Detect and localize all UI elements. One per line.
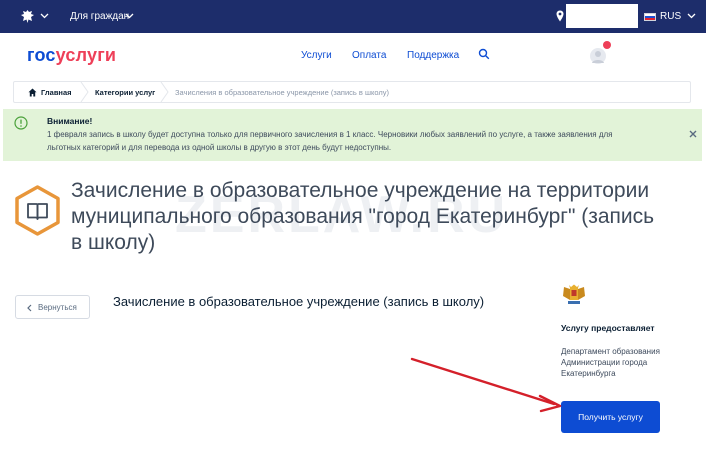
service-subtitle: Зачисление в образовательное учреждение … — [113, 294, 485, 309]
location-pin-icon[interactable] — [556, 10, 564, 22]
get-service-button[interactable]: Получить услугу — [561, 401, 660, 433]
chevron-down-icon[interactable] — [125, 13, 134, 19]
location-field[interactable] — [566, 4, 638, 28]
chevron-left-icon — [27, 304, 32, 312]
language-selector[interactable]: RUS — [660, 11, 681, 22]
top-bar: Для граждан RUS — [0, 0, 706, 33]
notice-text: 1 февраля запись в школу будет доступна … — [47, 130, 613, 152]
breadcrumb-current: Зачисления в образовательное учреждение … — [175, 88, 390, 97]
breadcrumb: Главная Категории услуг Зачисления в обр… — [13, 81, 691, 103]
back-button[interactable]: Вернуться — [15, 295, 90, 319]
page-title: Зачисление в образовательное учреждение … — [71, 179, 655, 254]
notice-title: Внимание! — [47, 116, 93, 126]
chevron-down-icon[interactable] — [687, 13, 696, 19]
book-icon — [15, 185, 60, 236]
chevron-down-icon[interactable] — [40, 13, 49, 19]
eagle-emblem-icon[interactable] — [20, 9, 35, 24]
breadcrumb-categories[interactable]: Категории услуг — [95, 88, 155, 97]
breadcrumb-separator — [160, 82, 169, 102]
for-citizens-menu[interactable]: Для граждан — [70, 11, 129, 22]
breadcrumb-home[interactable]: Главная — [41, 88, 72, 97]
user-avatar-icon[interactable] — [583, 38, 617, 66]
annotation-arrow-icon — [410, 357, 562, 413]
header: госуслуги Услуги Оплата Поддержка — [0, 33, 706, 77]
russian-flag-icon — [644, 13, 656, 21]
back-button-label: Вернуться — [38, 302, 77, 312]
coat-of-arms-icon — [563, 284, 585, 304]
gosuslugi-logo[interactable]: госуслуги — [27, 45, 116, 66]
exclamation-circle-icon — [14, 116, 28, 130]
home-icon[interactable] — [28, 88, 37, 97]
notice-banner: Внимание! 1 февраля запись в школу будет… — [3, 109, 702, 161]
search-icon[interactable] — [478, 48, 490, 60]
breadcrumb-separator — [80, 82, 89, 102]
provider-name: Департамент образования Администрации го… — [561, 347, 660, 378]
nav-services[interactable]: Услуги — [301, 50, 332, 61]
provider-heading: Услугу предоставляет — [561, 323, 655, 333]
nav-support[interactable]: Поддержка — [407, 50, 459, 61]
nav-payment[interactable]: Оплата — [352, 50, 386, 61]
close-icon[interactable] — [688, 129, 698, 139]
